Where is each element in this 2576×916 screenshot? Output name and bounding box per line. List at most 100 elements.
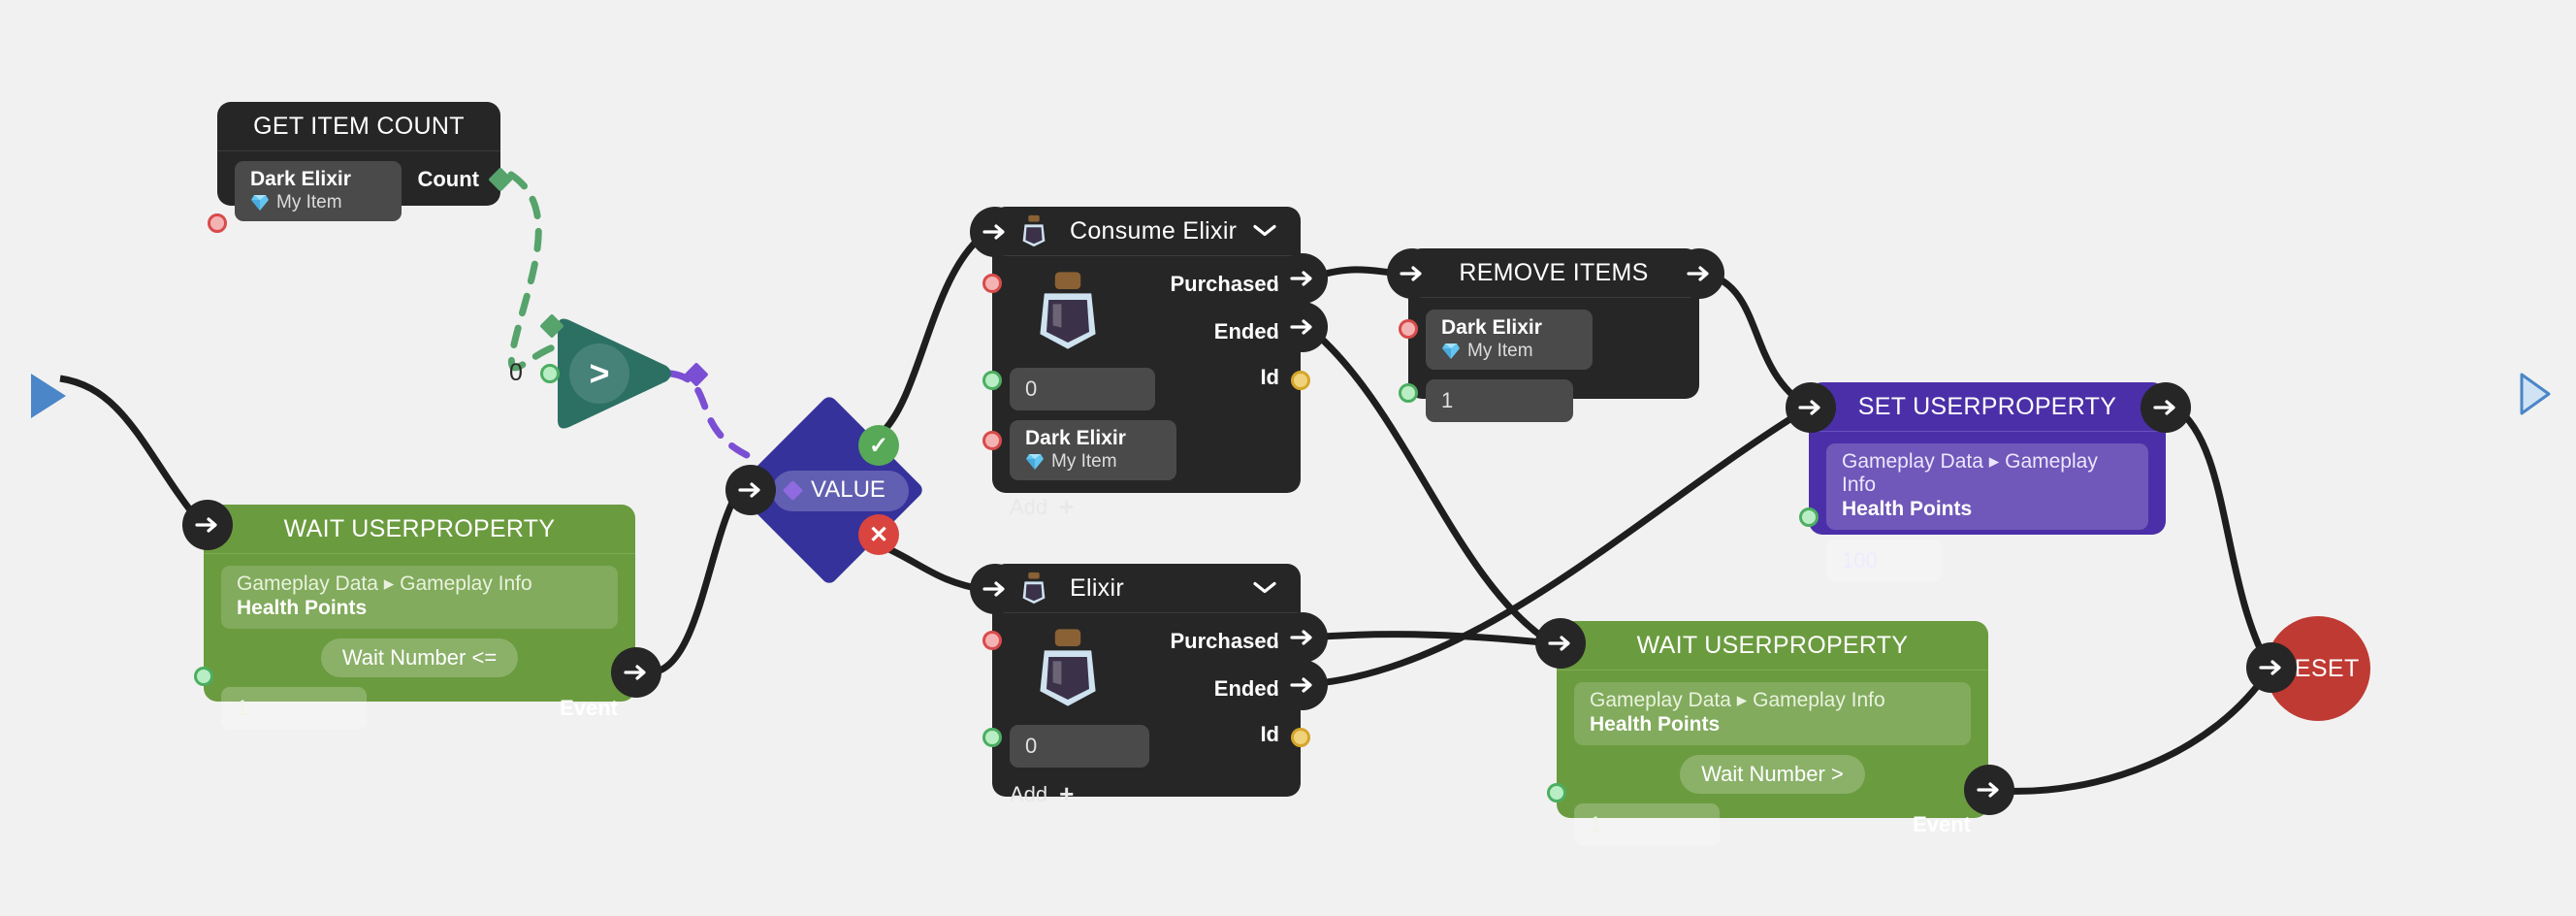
wait-left-value-field[interactable]: 1 [221, 687, 367, 731]
consume-add-row[interactable]: Add + [1010, 492, 1283, 522]
wait-condition-pill[interactable]: Wait Number <= [320, 638, 519, 678]
port-consume-purchased-output[interactable] [1277, 253, 1328, 304]
gem-icon [1442, 343, 1460, 359]
property-name: Health Points [237, 597, 368, 620]
end-flow-marker[interactable] [2519, 372, 2554, 421]
value-true-badge[interactable]: ✓ [858, 425, 899, 466]
port-elixir-exec-input[interactable] [970, 564, 1020, 614]
event-output-label: Event [560, 696, 618, 721]
port-elixir-purchased-output[interactable] [1277, 612, 1328, 663]
start-flow-marker[interactable] [31, 374, 66, 418]
check-icon: ✓ [868, 432, 889, 459]
output-label-count: Count [417, 167, 479, 191]
port-compare-value-input[interactable] [540, 364, 560, 383]
port-elixir-id-output[interactable] [1291, 728, 1310, 747]
port-wait-left-value-input[interactable] [194, 667, 213, 686]
port-wait-right-event-output[interactable] [1964, 765, 2014, 815]
item-subtitle: My Item [276, 191, 342, 213]
event-output-label: Event [1913, 812, 1971, 837]
node-title: GET ITEM COUNT [217, 102, 500, 151]
node-title: Elixir [1070, 573, 1124, 602]
port-remove-item-input[interactable] [1399, 319, 1418, 339]
set-value: 100 [1842, 548, 1878, 573]
item-name: Dark Elixir [250, 168, 351, 190]
wait-right-value: 1 [1590, 812, 1602, 837]
port-wait-left-exec-input[interactable] [182, 500, 233, 550]
item-subtitle: My Item [1467, 340, 1533, 361]
node-set-userproperty[interactable]: SET USERPROPERTY Gameplay Data ▸ Gamepla… [1799, 382, 2166, 583]
value-false-badge[interactable]: ✕ [858, 514, 899, 555]
node-remove-items[interactable]: REMOVE ITEMS Dark Elixir My Item 1 [1399, 248, 1699, 423]
port-reset-exec-input[interactable] [2246, 642, 2297, 693]
port-set-exec-output[interactable] [2141, 382, 2191, 433]
port-remove-exec-output[interactable] [1674, 248, 1724, 299]
elixir-quantity-field[interactable]: 0 [1010, 725, 1149, 768]
item-subtitle-row: My Item [1441, 341, 1577, 363]
node-get-item-count[interactable]: GET ITEM COUNT Dark Elixir My Item Count [208, 102, 513, 233]
node-consume-elixir[interactable]: Consume Elixir Purchased Ended Id 0 Dark… [982, 207, 1310, 521]
node-header-consume-elixir: Consume Elixir [992, 207, 1301, 256]
port-wait-right-exec-input[interactable] [1535, 618, 1586, 669]
output-label-purchased: Purchased [1170, 272, 1280, 296]
consume-quantity-field[interactable]: 0 [1010, 368, 1155, 410]
port-wait-left-event-output[interactable] [611, 647, 661, 698]
gem-icon [251, 194, 269, 211]
port-consume-qty-input[interactable] [982, 371, 1002, 390]
node-compare-greater[interactable]: > 0 [509, 313, 709, 437]
port-count-output[interactable] [488, 167, 513, 192]
remove-quantity-field[interactable]: 1 [1426, 379, 1573, 423]
set-value-field[interactable]: 100 [1826, 540, 1943, 583]
port-elixir-qty-input[interactable] [982, 728, 1002, 747]
port-consume-ended-output[interactable] [1277, 302, 1328, 352]
node-title: Consume Elixir [1070, 216, 1238, 245]
port-consume-exec-input[interactable] [970, 207, 1020, 257]
port-remove-qty-input[interactable] [1399, 383, 1418, 403]
port-set-exec-input[interactable] [1786, 382, 1836, 433]
port-consume-id-output[interactable] [1291, 371, 1310, 390]
property-name: Health Points [1842, 498, 1973, 521]
node-elixir[interactable]: Elixir Purchased Ended Id 0 Add + [982, 564, 1310, 808]
property-chip[interactable]: Gameplay Data ▸ Gameplay Info Health Poi… [221, 566, 618, 630]
elixir-bottle-icon [1022, 214, 1046, 247]
item-chip-dark-elixir[interactable]: Dark Elixir My Item [235, 161, 402, 222]
add-label: Add [1010, 781, 1048, 806]
port-value-exec-input[interactable] [725, 465, 776, 515]
item-name: Dark Elixir [1441, 316, 1542, 339]
wait-right-value-field[interactable]: 1 [1574, 803, 1720, 847]
node-wait-userproperty-left[interactable]: WAIT USERPROPERTY Gameplay Data ▸ Gamepl… [194, 505, 635, 731]
property-path: Gameplay Data ▸ Gameplay Info [1842, 450, 2098, 497]
port-consume-item2-input[interactable] [982, 431, 1002, 450]
compare-operator: > [589, 353, 610, 393]
node-graph-canvas[interactable]: GET ITEM COUNT Dark Elixir My Item Count [0, 0, 2576, 916]
chevron-down-icon[interactable] [1252, 217, 1277, 245]
compare-operand-label: 0 [509, 359, 523, 386]
port-consume-item-input[interactable] [982, 274, 1002, 293]
value-branch-label: VALUE [811, 476, 886, 503]
property-name: Health Points [1590, 713, 1721, 736]
port-compare-output[interactable] [684, 362, 709, 387]
output-label-id: Id [1260, 722, 1279, 746]
play-outline-icon [2520, 373, 2551, 415]
property-chip[interactable]: Gameplay Data ▸ Gameplay Info Health Poi… [1574, 682, 1971, 746]
port-elixir-item-input[interactable] [982, 631, 1002, 650]
port-remove-exec-input[interactable] [1387, 248, 1437, 299]
elixir-add-row[interactable]: Add + [1010, 779, 1283, 809]
item-chip-dark-elixir[interactable]: Dark Elixir My Item [1010, 420, 1176, 481]
elixir-bottle-icon [1022, 572, 1046, 605]
node-wait-userproperty-right[interactable]: WAIT USERPROPERTY Gameplay Data ▸ Gamepl… [1547, 621, 1988, 847]
node-title: REMOVE ITEMS [1408, 248, 1699, 298]
chevron-down-icon[interactable] [1252, 574, 1277, 603]
item-chip-dark-elixir[interactable]: Dark Elixir My Item [1426, 310, 1593, 371]
port-item-input[interactable] [208, 213, 227, 233]
wait-condition-pill[interactable]: Wait Number > [1680, 755, 1865, 795]
property-path: Gameplay Data ▸ Gameplay Info [237, 572, 532, 595]
elixir-bottle-large-icon [1040, 272, 1096, 349]
compare-operator-badge: > [569, 344, 629, 404]
node-title: SET USERPROPERTY [1809, 382, 2166, 432]
elixir-bottle-large-icon [1040, 629, 1096, 706]
item-subtitle-row: My Item [250, 192, 386, 214]
port-elixir-ended-output[interactable] [1277, 660, 1328, 710]
port-set-value-input[interactable] [1799, 507, 1819, 527]
port-wait-right-value-input[interactable] [1547, 783, 1566, 802]
property-chip[interactable]: Gameplay Data ▸ Gameplay Info Health Poi… [1826, 443, 2148, 531]
